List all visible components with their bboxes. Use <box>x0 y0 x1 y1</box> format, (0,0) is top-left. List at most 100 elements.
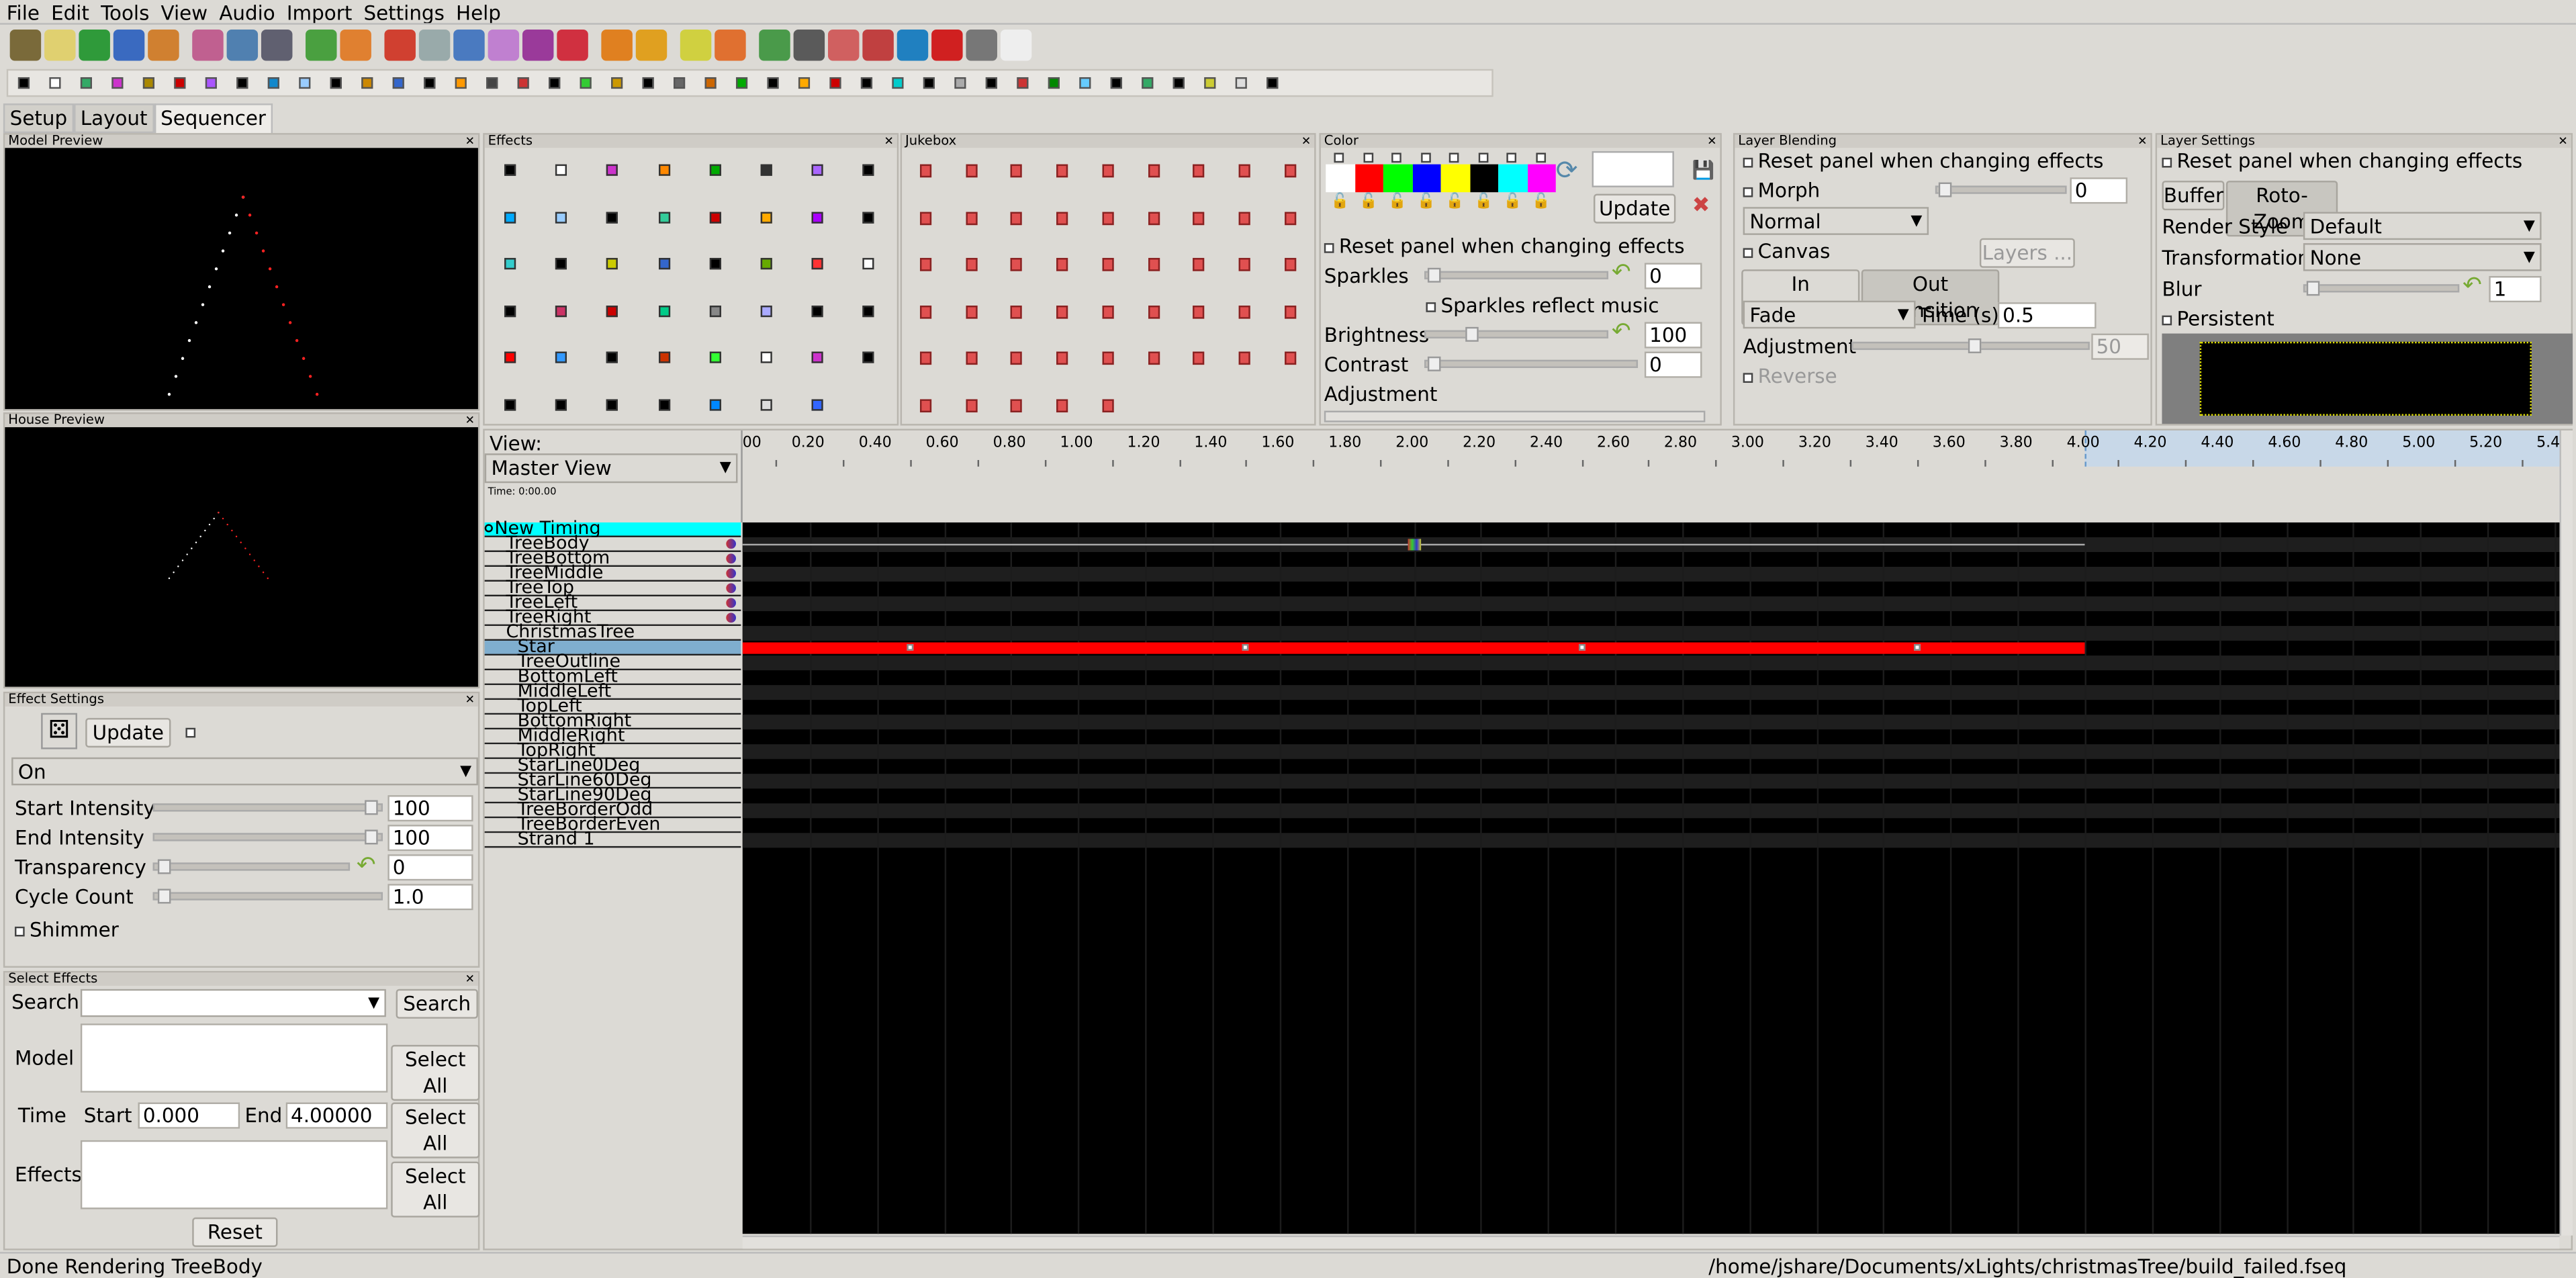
jukebox-button[interactable] <box>919 211 932 225</box>
jukebox-button[interactable] <box>1102 211 1114 225</box>
effect-icon[interactable] <box>863 164 875 176</box>
buffer-preview[interactable] <box>2162 333 2573 424</box>
toolbar-icon[interactable] <box>261 30 293 61</box>
jukebox-button[interactable] <box>965 211 977 225</box>
toolbar-icon[interactable] <box>896 30 929 61</box>
effect-tool-icon[interactable] <box>1235 77 1247 89</box>
brightness-field[interactable]: 100 <box>1644 322 1702 349</box>
layers-button[interactable]: Layers ... <box>1979 238 2075 268</box>
effect-tool-icon[interactable] <box>1017 77 1029 89</box>
effect-icon[interactable] <box>863 258 875 270</box>
jukebox-button[interactable] <box>1056 164 1068 178</box>
effect-handle[interactable] <box>1913 643 1921 651</box>
jukebox-button[interactable] <box>919 164 932 178</box>
effect-icon[interactable] <box>760 211 772 223</box>
menu-audio[interactable]: Audio <box>219 1 275 24</box>
jukebox-button[interactable] <box>1102 305 1114 319</box>
effect-tool-icon[interactable] <box>704 77 717 89</box>
jukebox-button[interactable] <box>1011 399 1023 413</box>
toolbar-icon[interactable] <box>793 30 825 61</box>
effect-tool-icon[interactable] <box>455 77 467 89</box>
lock-icon[interactable]: 🔓 <box>1475 194 1493 210</box>
toolbar-icon[interactable] <box>113 30 145 61</box>
effect-tool-icon[interactable] <box>611 77 623 89</box>
effect-icon[interactable] <box>863 305 875 317</box>
cycle-count-field[interactable]: 1.0 <box>387 884 473 911</box>
value-curve-icon[interactable]: ↶ <box>2463 273 2482 299</box>
update-button[interactable]: Update <box>1594 193 1676 224</box>
jukebox-button[interactable] <box>1147 352 1159 366</box>
jukebox-button[interactable] <box>1056 305 1068 319</box>
effect-icon[interactable] <box>555 352 567 364</box>
effect-icon[interactable] <box>811 399 824 411</box>
model-preview-canvas[interactable] <box>5 148 478 410</box>
house-preview-canvas[interactable] <box>5 427 478 687</box>
effect-icon[interactable] <box>811 258 824 270</box>
effect-icon[interactable] <box>606 211 618 223</box>
timing-track-icon[interactable] <box>484 524 493 533</box>
effect-tool-icon[interactable] <box>1172 77 1185 89</box>
effect-tool-icon[interactable] <box>892 77 904 89</box>
effect-handle[interactable] <box>907 643 914 651</box>
jukebox-button[interactable] <box>965 399 977 413</box>
effect-icon[interactable] <box>760 352 772 364</box>
effect-icon[interactable] <box>811 305 824 317</box>
effect-tool-icon[interactable] <box>860 77 873 89</box>
cycle-count-slider[interactable] <box>152 888 383 904</box>
effect-tool-icon[interactable] <box>549 77 561 89</box>
color-enable-checkbox[interactable] <box>1506 152 1517 163</box>
effect-tool-icon[interactable] <box>767 77 779 89</box>
effect-handle[interactable] <box>1242 643 1250 651</box>
close-icon[interactable]: ✕ <box>465 972 475 986</box>
blend-mode-select[interactable]: Normal <box>1743 207 1929 235</box>
jukebox-button[interactable] <box>919 352 932 366</box>
jukebox-button[interactable] <box>965 164 977 178</box>
effect-select[interactable]: On <box>11 757 478 786</box>
delete-icon[interactable]: ✖ <box>1692 194 1710 219</box>
effect-icon[interactable] <box>811 352 824 364</box>
jukebox-button[interactable] <box>1011 164 1023 178</box>
effect-icon[interactable] <box>709 164 721 176</box>
effect-tool-icon[interactable] <box>642 77 654 89</box>
effect-icon[interactable] <box>658 399 670 411</box>
jukebox-button[interactable] <box>1238 352 1250 366</box>
row-heading[interactable]: Strand 1 <box>484 829 741 848</box>
lock-icon[interactable]: 🔓 <box>1417 194 1435 210</box>
menu-edit[interactable]: Edit <box>51 1 89 24</box>
color-enable-checkbox[interactable] <box>1420 152 1430 163</box>
jukebox-button[interactable] <box>1238 258 1250 272</box>
persistent-checkbox[interactable]: Persistent <box>2162 307 2274 330</box>
effect-icon[interactable] <box>709 352 721 364</box>
jukebox-button[interactable] <box>1011 258 1023 272</box>
sparkles-reflect-checkbox[interactable]: Sparkles reflect music <box>1426 294 1659 317</box>
toolbar-icon[interactable] <box>453 30 485 61</box>
toolbar-icon[interactable] <box>827 30 860 61</box>
toolbar-icon[interactable] <box>862 30 894 61</box>
effect-tool-icon[interactable] <box>330 77 342 89</box>
sparkles-field[interactable]: 0 <box>1644 263 1702 289</box>
reset-button[interactable]: Reset <box>192 1217 278 1247</box>
reset-panel-checkbox[interactable]: Reset panel when changing effects <box>1743 150 2103 173</box>
effect-icon[interactable] <box>709 399 721 411</box>
start-intensity-field[interactable]: 100 <box>387 795 473 822</box>
effect-tool-icon[interactable] <box>1267 77 1279 89</box>
effect-icon[interactable] <box>658 305 670 317</box>
jukebox-button[interactable] <box>1147 305 1159 319</box>
effect-icon[interactable] <box>555 399 567 411</box>
morph-checkbox[interactable]: Morph <box>1743 179 1820 202</box>
effect-icon[interactable] <box>658 258 670 270</box>
jukebox-button[interactable] <box>1193 164 1205 178</box>
effect-tool-icon[interactable] <box>486 77 498 89</box>
lock-icon[interactable]: 🔓 <box>1359 194 1377 210</box>
effect-tool-icon[interactable] <box>798 77 811 89</box>
blur-slider[interactable] <box>2303 281 2460 296</box>
menu-view[interactable]: View <box>161 1 208 24</box>
jukebox-button[interactable] <box>1011 211 1023 225</box>
jukebox-button[interactable] <box>1147 258 1159 272</box>
effect-icon[interactable] <box>760 305 772 317</box>
effect-icon[interactable] <box>504 258 516 270</box>
effect-tool-icon[interactable] <box>829 77 841 89</box>
reset-panel-checkbox[interactable]: Reset panel when changing effects <box>1324 235 1685 258</box>
toolbar-icon[interactable] <box>79 30 110 61</box>
lock-icon[interactable]: 🔓 <box>1532 194 1550 210</box>
